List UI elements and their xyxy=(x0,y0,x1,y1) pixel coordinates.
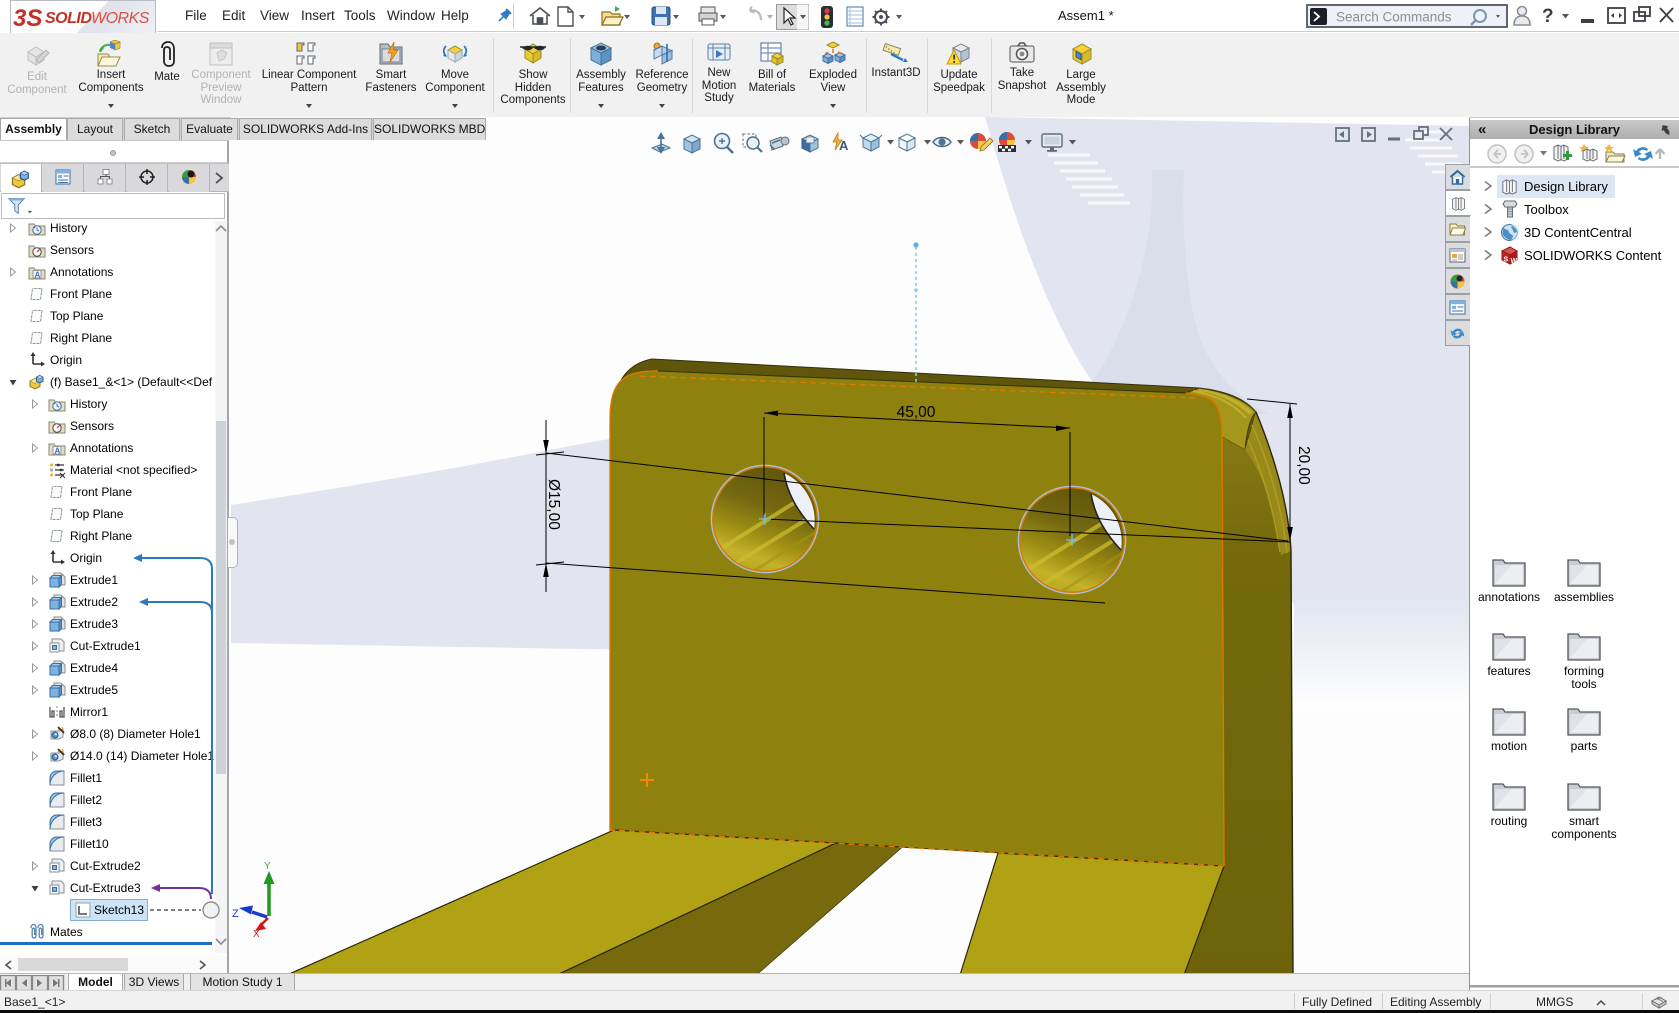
svg-text:Z: Z xyxy=(232,908,239,920)
svg-text:Y: Y xyxy=(264,861,271,872)
svg-text:S: S xyxy=(1504,257,1509,264)
svg-text:A: A xyxy=(839,138,849,153)
svg-text:3S: 3S xyxy=(13,5,42,32)
svg-text:SOLID: SOLID xyxy=(45,10,92,27)
svg-text:Search Commands: Search Commands xyxy=(1336,10,1452,25)
svg-text:X: X xyxy=(253,929,260,940)
svg-text:?: ? xyxy=(1542,6,1554,27)
svg-text:45,00: 45,00 xyxy=(897,404,936,421)
svg-text:W: W xyxy=(1511,258,1518,265)
svg-text:Ø15,00: Ø15,00 xyxy=(545,479,562,530)
svg-text:20,00: 20,00 xyxy=(1295,446,1312,485)
svg-text:WORKS: WORKS xyxy=(91,10,150,27)
